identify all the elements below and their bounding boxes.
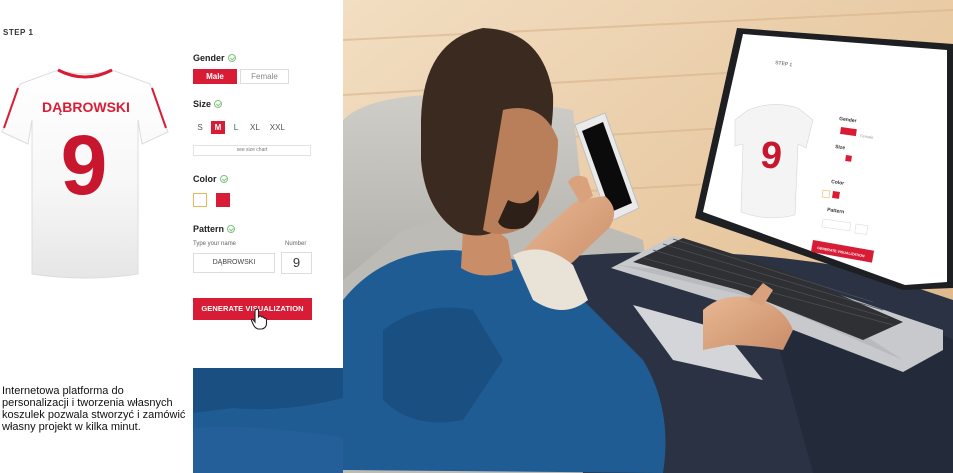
caption-text: Internetowa platforma do personalizacji … <box>2 385 186 433</box>
laptop-color-swatch-white <box>821 189 831 199</box>
gender-title: Gender <box>193 53 236 63</box>
laptop-number-field <box>854 223 869 235</box>
photo-lower-strip <box>193 368 343 473</box>
color-swatch-white[interactable] <box>193 193 207 207</box>
size-xl-button[interactable]: XL <box>247 121 263 134</box>
color-title-text: Color <box>193 174 217 184</box>
step-label: STEP 1 <box>3 28 34 37</box>
hand-pointer-icon <box>250 308 268 330</box>
photo-laptop-user: STEP 1 9 Gender Female Size Color Patter… <box>343 0 953 473</box>
size-m-button[interactable]: M <box>211 121 225 134</box>
pattern-title: Pattern <box>193 224 236 234</box>
configurator-panel: STEP 1 DĄBROWSKI 9 Gender Male Female Si… <box>0 0 343 368</box>
size-chart-link[interactable]: see size chart <box>193 145 311 156</box>
size-options: S M L XL XXL <box>193 121 288 134</box>
name-input[interactable]: DĄBROWSKI <box>193 253 275 273</box>
jersey-number: 9 <box>61 118 108 212</box>
size-s-button[interactable]: S <box>193 121 207 134</box>
gender-female-button[interactable]: Female <box>240 69 289 84</box>
size-title-text: Size <box>193 99 212 109</box>
name-field-label: Type your name <box>193 241 237 247</box>
laptop-size-m-button <box>845 154 852 162</box>
size-title: Size <box>193 99 223 109</box>
check-icon <box>219 175 228 183</box>
color-swatch-red[interactable] <box>216 193 230 207</box>
check-icon <box>214 100 223 108</box>
laptop-color-swatch-red <box>832 191 840 199</box>
check-icon <box>227 225 236 233</box>
gender-male-button[interactable]: Male <box>193 69 237 84</box>
pattern-title-text: Pattern <box>193 224 225 234</box>
gender-title-text: Gender <box>193 53 225 63</box>
jersey-name: DĄBROWSKI <box>42 99 130 115</box>
laptop-jersey-number: 9 <box>759 134 784 178</box>
color-title: Color <box>193 174 228 184</box>
jersey-preview: DĄBROWSKI 9 <box>0 62 170 282</box>
number-field-label: Number <box>285 241 307 247</box>
size-xxl-button[interactable]: XXL <box>267 121 288 134</box>
number-input[interactable]: 9 <box>281 252 312 274</box>
check-icon <box>227 54 236 62</box>
size-l-button[interactable]: L <box>229 121 243 134</box>
